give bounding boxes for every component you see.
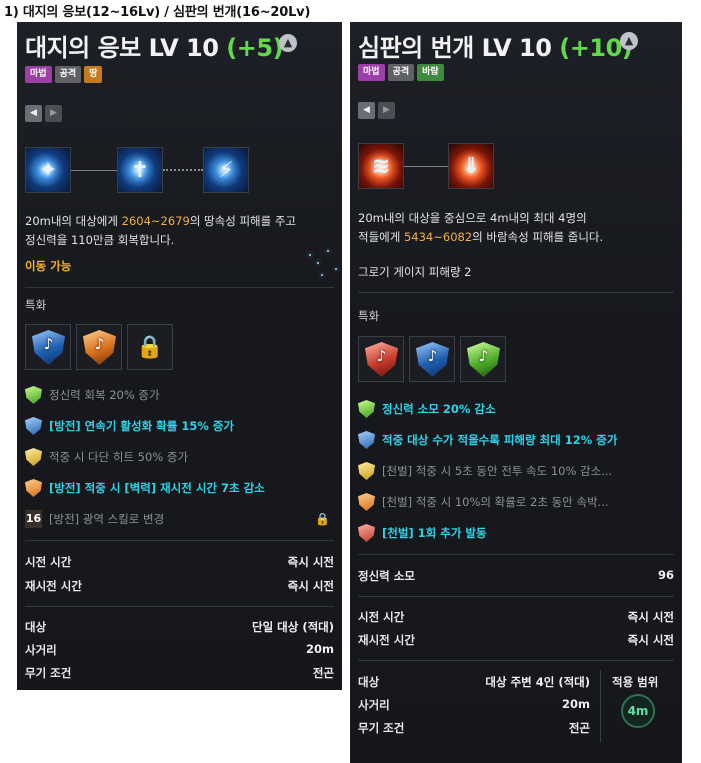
- stat-range: 사거리 20m: [25, 642, 334, 657]
- spec-slot-1[interactable]: ♪: [25, 324, 71, 370]
- divider: [25, 606, 334, 607]
- trait-3: 적중 시 다단 히트 50% 증가: [25, 448, 188, 466]
- next-arrow-icon[interactable]: ▶: [45, 105, 62, 122]
- page-heading: 1) 대지의 응보(12~16Lv) / 심판의 번개(16~20Lv): [4, 5, 311, 20]
- trait-4: [방전] 적중 시 [벽력] 재시전 시간 7초 감소: [25, 479, 265, 497]
- shield-red-icon: [358, 524, 375, 542]
- chain-lock-icon: 🔒: [136, 334, 164, 360]
- combo-link-dotted: [163, 169, 203, 171]
- stat-cast-time: 시전 시간 즉시 시전: [25, 555, 334, 569]
- shield-orange-icon: [25, 479, 42, 497]
- skill-tooltip-left: 대지의 응보 LV 10 (+5) ▲ 마법 공격 땅 ◀ ▶ ✦ ✝ ⚡ 20…: [17, 22, 342, 690]
- desc-line-1: 20m내의 대상에게 2604~2679의 땅속성 피해를 주고: [25, 214, 296, 228]
- area-range-label: 적용 범위: [612, 675, 659, 689]
- page-nav: ◀ ▶: [25, 105, 62, 122]
- divider: [358, 554, 674, 555]
- trait-4: [천벌] 적중 시 10%의 확률로 2초 동안 속박...: [358, 493, 609, 511]
- shield-blue-icon: [358, 431, 375, 449]
- trait-1: 정신력 회복 20% 증가: [25, 386, 160, 404]
- spec-slot-2[interactable]: ♪: [76, 324, 122, 370]
- up-arrow-icon[interactable]: ▲: [620, 32, 638, 50]
- stat-weapon: 무기 조건 전곤: [25, 666, 334, 680]
- spec-slot-locked[interactable]: 🔒: [127, 324, 173, 370]
- tag-wind: 바람: [417, 64, 444, 81]
- spec-slot-2[interactable]: ♪: [409, 336, 455, 382]
- damage-range: 5434~6082: [403, 230, 473, 244]
- skill-icon-lightning[interactable]: ⚡: [203, 147, 249, 193]
- up-arrow-icon[interactable]: ▲: [279, 34, 297, 52]
- spec-slots: ♪ ♪ ♪: [358, 336, 506, 382]
- skill-description: 20m내의 대상을 중심으로 4m내의 최대 4명의 적들에게 5434~608…: [358, 209, 673, 247]
- shield-orange-icon: [358, 493, 375, 511]
- stat-target: 대상 대상 주변 4인 (적대): [358, 675, 590, 689]
- damage-range: 2604~2679: [121, 214, 190, 228]
- spec-label: 특화: [25, 298, 47, 312]
- skill-name: 심판의 번개 LV 10: [358, 34, 552, 62]
- trait-2: [방전] 연속기 활성화 확률 15% 증가: [25, 417, 234, 435]
- skill-tooltip-right: 심판의 번개 LV 10 (+10) ▲ 마법 공격 바람 ◀ ▶ ≋ ⇓ 20…: [350, 22, 682, 763]
- tag-magic: 마법: [25, 66, 52, 83]
- trait-5: [천벌] 1회 추가 발동: [358, 524, 487, 542]
- shield-green-icon: [25, 386, 42, 404]
- skill-tags: 마법 공격 땅: [25, 66, 103, 83]
- shield-gold-icon: [25, 448, 42, 466]
- skill-title: 심판의 번개 LV 10 (+10): [358, 28, 633, 63]
- divider: [25, 287, 334, 288]
- stat-cooldown: 재시전 시간 즉시 시전: [25, 579, 334, 593]
- shield-green-icon: [358, 400, 375, 418]
- prev-arrow-icon[interactable]: ◀: [358, 102, 375, 119]
- desc-line-2: 적들에게 5434~6082의 바람속성 피해를 줍니다.: [358, 230, 604, 244]
- shield-gold-icon: [358, 462, 375, 480]
- skill-icon-judgment[interactable]: ⇓: [448, 143, 494, 189]
- padlock-icon: 🔒: [315, 512, 330, 526]
- stat-cooldown: 재시전 시간 즉시 시전: [358, 633, 674, 647]
- stat-target: 대상 단일 대상 (적대): [25, 620, 334, 634]
- skill-combo-chain: ✦ ✝ ⚡: [25, 147, 249, 193]
- combo-link: [71, 169, 117, 171]
- tag-magic: 마법: [358, 64, 385, 81]
- combo-link: [404, 165, 448, 167]
- desc-line-2: 정신력을 110만큼 회복합니다.: [25, 233, 175, 247]
- stat-mp-cost: 정신력 소모 96: [358, 568, 674, 583]
- trait-3: [천벌] 적중 시 5초 동안 전투 속도 10% 감소...: [358, 462, 612, 480]
- stat-weapon: 무기 조건 전곤: [358, 721, 590, 735]
- divider: [25, 540, 334, 541]
- spec-slots: ♪ ♪ 🔒: [25, 324, 173, 370]
- groggy-gauge: 그로기 게이지 피해량 2: [358, 265, 472, 279]
- skill-tags: 마법 공격 바람: [358, 64, 444, 81]
- stat-cast-time: 시전 시간 즉시 시전: [358, 610, 674, 624]
- stat-range: 사거리 20m: [358, 697, 590, 712]
- trait-1: 정신력 소모 20% 감소: [358, 400, 496, 418]
- area-range-badge: 4m: [621, 694, 655, 728]
- divider-vertical: [600, 670, 601, 742]
- move-available: 이동 가능: [25, 259, 72, 273]
- skill-icon-lightning-strike[interactable]: ≋: [358, 143, 404, 189]
- skill-icon-earth-fist[interactable]: ✦: [25, 147, 71, 193]
- shield-blue-icon: [25, 417, 42, 435]
- skill-plus-level: (+5): [226, 34, 284, 62]
- skill-icon-mace-strike[interactable]: ✝: [117, 147, 163, 193]
- spec-slot-1[interactable]: ♪: [358, 336, 404, 382]
- skill-title: 대지의 응보 LV 10 (+5): [25, 28, 284, 63]
- spec-label: 특화: [358, 309, 380, 323]
- trait-5: 16 [방전] 광역 스킬로 변경: [25, 510, 165, 528]
- tag-earth: 땅: [84, 66, 103, 83]
- skill-combo-chain: ≋ ⇓: [358, 143, 494, 189]
- unlock-level-badge: 16: [25, 510, 42, 528]
- next-arrow-icon[interactable]: ▶: [378, 102, 395, 119]
- tag-attack: 공격: [54, 66, 82, 83]
- skill-description: 20m내의 대상에게 2604~2679의 땅속성 피해를 주고 정신력을 11…: [25, 212, 340, 250]
- divider: [358, 596, 674, 597]
- trait-2: 적중 대상 수가 적을수록 피해량 최대 12% 증가: [358, 431, 617, 449]
- skill-name: 대지의 응보 LV 10: [25, 34, 219, 62]
- divider: [358, 292, 674, 293]
- page-nav: ◀ ▶: [358, 102, 395, 119]
- prev-arrow-icon[interactable]: ◀: [25, 105, 42, 122]
- desc-line-1: 20m내의 대상을 중심으로 4m내의 최대 4명의: [358, 211, 587, 225]
- spec-slot-3[interactable]: ♪: [460, 336, 506, 382]
- divider: [358, 660, 674, 661]
- tag-attack: 공격: [387, 64, 415, 81]
